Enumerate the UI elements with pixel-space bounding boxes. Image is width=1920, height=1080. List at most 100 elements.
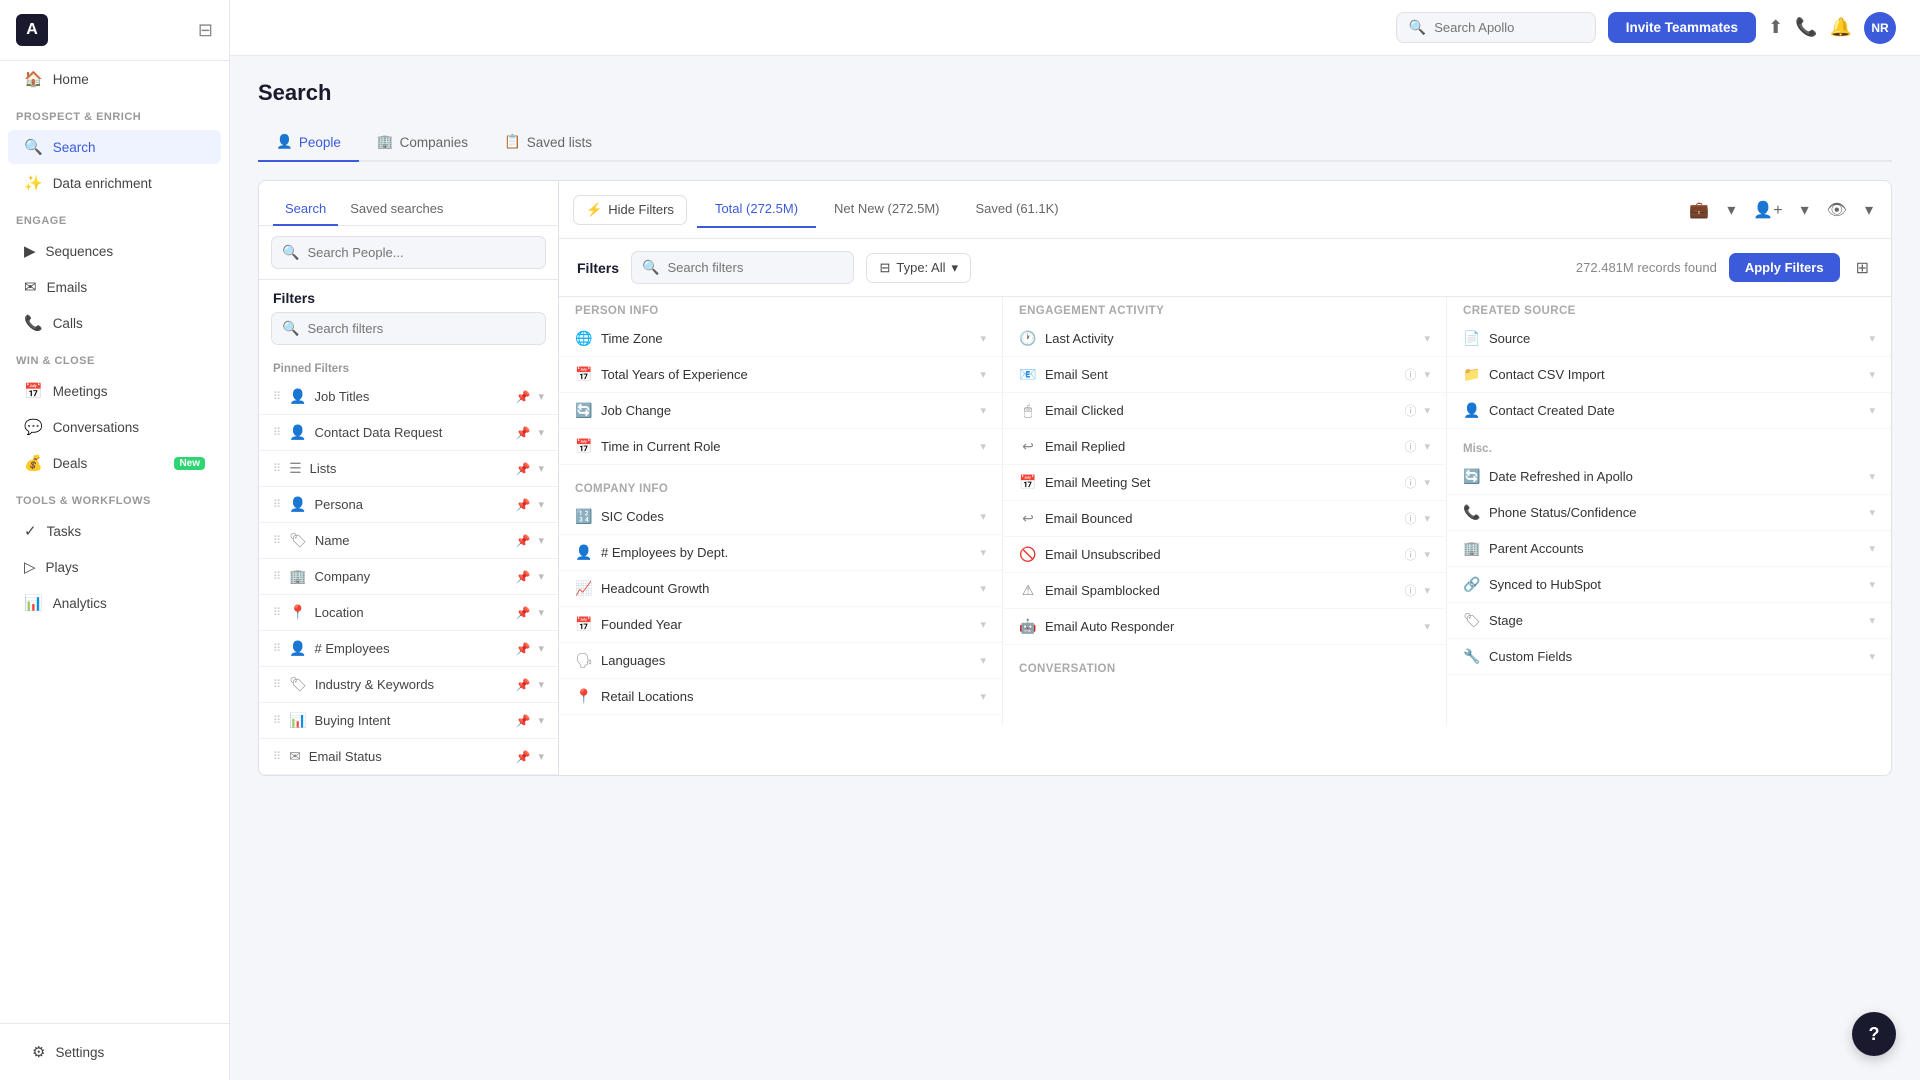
people-search-input[interactable] bbox=[307, 245, 535, 260]
grid-view-icon[interactable]: ⊞ bbox=[1852, 254, 1873, 282]
sidebar-item-settings[interactable]: ⚙ Settings bbox=[16, 1035, 213, 1069]
chevron-down-icon[interactable]: ▾ bbox=[1723, 196, 1739, 224]
avatar[interactable]: NR bbox=[1864, 12, 1896, 44]
global-search-input[interactable] bbox=[1434, 20, 1583, 35]
person-info-header: Person Info bbox=[559, 297, 1002, 321]
sidebar-item-tasks[interactable]: ✓ Tasks bbox=[8, 514, 221, 548]
filter-option-parent-accounts[interactable]: 🏢 Parent Accounts ▾ bbox=[1447, 531, 1891, 567]
filter-option-employees-by-dept[interactable]: 👤 # Employees by Dept. ▾ bbox=[559, 535, 1002, 571]
filter-option-time-in-role[interactable]: 📅 Time in Current Role ▾ bbox=[559, 429, 1002, 465]
filter-option-founded-year[interactable]: 📅 Founded Year ▾ bbox=[559, 607, 1002, 643]
stats-tab-saved[interactable]: Saved (61.1K) bbox=[958, 191, 1077, 228]
filter-option-email-unsubscribed[interactable]: 🚫 Email Unsubscribed ⓘ ▾ bbox=[1003, 537, 1446, 573]
filter-subtab-saved[interactable]: Saved searches bbox=[338, 193, 455, 226]
emails-icon: ✉ bbox=[24, 278, 37, 296]
chevron-down-icon: ▾ bbox=[538, 462, 544, 475]
pin-icon: 📌 bbox=[516, 750, 531, 764]
filters-header-label: Filters bbox=[577, 260, 619, 276]
chevron-down-icon[interactable]: ▾ bbox=[1861, 196, 1877, 224]
logo-icon[interactable]: A bbox=[16, 14, 48, 46]
deals-badge: New bbox=[174, 457, 205, 470]
sidebar-item-conversations[interactable]: 💬 Conversations bbox=[8, 410, 221, 444]
briefcase-icon[interactable]: 💼 bbox=[1685, 196, 1713, 224]
created-source-header: Created Source bbox=[1447, 297, 1891, 321]
filter-options-search[interactable]: 🔍 bbox=[631, 251, 854, 284]
add-person-icon[interactable]: 👤+ bbox=[1749, 196, 1786, 224]
people-tab-icon: 👤 bbox=[276, 134, 293, 150]
filter-item-buying-intent[interactable]: ⠿ 📊 Buying Intent 📌 ▾ bbox=[259, 703, 558, 739]
filter-option-contact-created-date[interactable]: 👤 Contact Created Date ▾ bbox=[1447, 393, 1891, 429]
filter-option-time-zone[interactable]: 🌐 Time Zone ▾ bbox=[559, 321, 1002, 357]
filter-option-email-spamblocked[interactable]: ⚠ Email Spamblocked ⓘ ▾ bbox=[1003, 573, 1446, 609]
invite-teammates-button[interactable]: Invite Teammates bbox=[1608, 12, 1756, 43]
filter-option-custom-fields[interactable]: 🔧 Custom Fields ▾ bbox=[1447, 639, 1891, 675]
apply-filters-button[interactable]: Apply Filters bbox=[1729, 253, 1840, 282]
type-filter-button[interactable]: ⊟ Type: All ▾ bbox=[866, 253, 971, 283]
filter-options-search-input[interactable] bbox=[667, 260, 843, 275]
stats-tab-total[interactable]: Total (272.5M) bbox=[697, 191, 816, 228]
filter-option-source[interactable]: 📄 Source ▾ bbox=[1447, 321, 1891, 357]
sidebar-item-analytics[interactable]: 📊 Analytics bbox=[8, 586, 221, 620]
filter-item-industry-keywords[interactable]: ⠿ 🏷 Industry & Keywords 📌 ▾ bbox=[259, 667, 558, 703]
sidebar-item-emails[interactable]: ✉ Emails bbox=[8, 270, 221, 304]
chevron-down-icon[interactable]: ▾ bbox=[1797, 196, 1813, 224]
chevron-down-icon: ▾ bbox=[538, 714, 544, 727]
filter-option-email-replied[interactable]: ↩ Email Replied ⓘ ▾ bbox=[1003, 429, 1446, 465]
filter-option-email-meeting-set[interactable]: 📅 Email Meeting Set ⓘ ▾ bbox=[1003, 465, 1446, 501]
sidebar-item-sequences[interactable]: ▶ Sequences bbox=[8, 234, 221, 268]
sidebar-item-calls[interactable]: 📞 Calls bbox=[8, 306, 221, 340]
sidebar-item-search[interactable]: 🔍 Search bbox=[8, 130, 221, 164]
sidebar-item-data-enrichment[interactable]: ✨ Data enrichment bbox=[8, 166, 221, 200]
filter-option-synced-hubspot[interactable]: 🔗 Synced to HubSpot ▾ bbox=[1447, 567, 1891, 603]
email-clicked-icon: 🖱 bbox=[1019, 402, 1037, 419]
filter-option-total-years-experience[interactable]: 📅 Total Years of Experience ▾ bbox=[559, 357, 1002, 393]
filter-option-email-auto-responder[interactable]: 🤖 Email Auto Responder ▾ bbox=[1003, 609, 1446, 645]
filter-option-email-clicked[interactable]: 🖱 Email Clicked ⓘ ▾ bbox=[1003, 393, 1446, 429]
filter-item-persona[interactable]: ⠿ 👤 Persona 📌 ▾ bbox=[259, 487, 558, 523]
filter-search-container[interactable]: 🔍 bbox=[271, 312, 546, 345]
filter-option-date-refreshed[interactable]: 🔄 Date Refreshed in Apollo ▾ bbox=[1447, 459, 1891, 495]
filter-option-contact-csv-import[interactable]: 📁 Contact CSV Import ▾ bbox=[1447, 357, 1891, 393]
filter-search-input[interactable] bbox=[307, 321, 535, 336]
sidebar-item-deals[interactable]: 💰 Deals New bbox=[8, 446, 221, 480]
stats-tab-net-new[interactable]: Net New (272.5M) bbox=[816, 191, 957, 228]
filter-option-phone-status[interactable]: 📞 Phone Status/Confidence ▾ bbox=[1447, 495, 1891, 531]
people-search-input-container[interactable]: 🔍 bbox=[271, 236, 546, 269]
sidebar-item-plays[interactable]: ▷ Plays bbox=[8, 550, 221, 584]
help-button[interactable]: ? bbox=[1852, 1012, 1896, 1056]
eye-icon[interactable]: 👁 bbox=[1823, 196, 1851, 224]
notification-icon[interactable]: 🔔 bbox=[1830, 17, 1852, 38]
filter-item-location[interactable]: ⠿ 📍 Location 📌 ▾ bbox=[259, 595, 558, 631]
filter-option-languages[interactable]: 🗣 Languages ▾ bbox=[559, 643, 1002, 679]
filter-item-contact-data-request[interactable]: ⠿ 👤 Contact Data Request 📌 ▾ bbox=[259, 415, 558, 451]
filter-item-num-employees[interactable]: ⠿ 👤 # Employees 📌 ▾ bbox=[259, 631, 558, 667]
filter-item-email-status[interactable]: ⠿ ✉ Email Status 📌 ▾ bbox=[259, 739, 558, 775]
filter-option-headcount-growth[interactable]: 📈 Headcount Growth ▾ bbox=[559, 571, 1002, 607]
tab-companies[interactable]: 🏢 Companies bbox=[359, 124, 486, 162]
tab-people[interactable]: 👤 People bbox=[258, 124, 359, 162]
filter-option-label: Email Auto Responder bbox=[1045, 619, 1416, 634]
filter-option-retail-locations[interactable]: 📍 Retail Locations ▾ bbox=[559, 679, 1002, 715]
info-icon: ⓘ bbox=[1404, 438, 1416, 455]
filter-option-email-bounced[interactable]: ↩ Email Bounced ⓘ ▾ bbox=[1003, 501, 1446, 537]
filter-item-company[interactable]: ⠿ 🏢 Company 📌 ▾ bbox=[259, 559, 558, 595]
filter-option-email-sent[interactable]: 📧 Email Sent ⓘ ▾ bbox=[1003, 357, 1446, 393]
sidebar-toggle-icon[interactable]: ⊟ bbox=[198, 20, 213, 41]
filter-item-name[interactable]: ⠿ 🏷 Name 📌 ▾ bbox=[259, 523, 558, 559]
phone-icon[interactable]: 📞 bbox=[1795, 17, 1817, 38]
tab-saved-lists[interactable]: 📋 Saved lists bbox=[486, 124, 610, 162]
filter-option-last-activity[interactable]: 🕐 Last Activity ▾ bbox=[1003, 321, 1446, 357]
filter-item-job-titles[interactable]: ⠿ 👤 Job Titles 📌 ▾ bbox=[259, 379, 558, 415]
stats-bar-right: 💼 ▾ 👤+ ▾ 👁 ▾ bbox=[1685, 196, 1891, 224]
filter-option-stage[interactable]: 🏷 Stage ▾ bbox=[1447, 603, 1891, 639]
hide-filters-button[interactable]: ⚡ Hide Filters bbox=[573, 195, 687, 225]
filter-item-lists[interactable]: ⠿ ☰ Lists 📌 ▾ bbox=[259, 451, 558, 487]
filter-name: Buying Intent bbox=[315, 713, 508, 728]
filter-option-job-change[interactable]: 🔄 Job Change ▾ bbox=[559, 393, 1002, 429]
sidebar-item-meetings[interactable]: 📅 Meetings bbox=[8, 374, 221, 408]
sidebar-item-home[interactable]: 🏠 Home bbox=[8, 62, 221, 96]
filter-option-sic-codes[interactable]: 🔢 SIC Codes ▾ bbox=[559, 499, 1002, 535]
upload-icon[interactable]: ⬆ bbox=[1768, 17, 1783, 38]
global-search[interactable]: 🔍 bbox=[1396, 12, 1596, 43]
filter-subtab-search[interactable]: Search bbox=[273, 193, 338, 226]
